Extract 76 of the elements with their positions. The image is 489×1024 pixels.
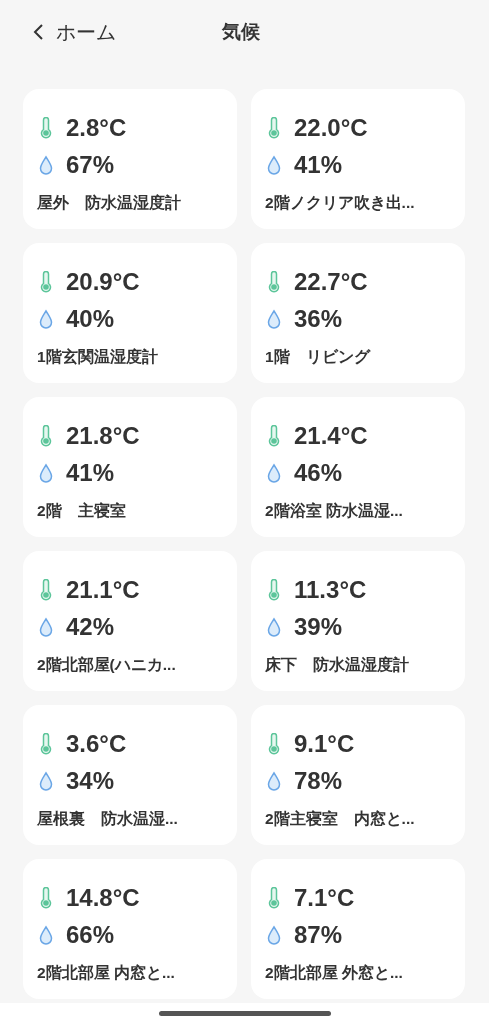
home-indicator[interactable] — [158, 1011, 331, 1016]
sensor-name: 2階浴室 防水温湿... — [265, 501, 403, 521]
temperature-value: 14.8°C — [66, 883, 140, 912]
water-drop-icon — [267, 924, 281, 945]
page-title: 気候 — [222, 20, 260, 44]
thermometer-icon — [267, 424, 281, 447]
water-drop-icon — [267, 616, 281, 637]
sensor-name: 1階 リビング — [265, 347, 370, 367]
thermometer-icon — [39, 886, 53, 909]
humidity-value: 40% — [66, 304, 115, 333]
humidity-value: 46% — [294, 458, 343, 487]
sensor-name: 2階主寝室 内窓と... — [265, 809, 415, 829]
back-button[interactable]: ホーム — [32, 18, 116, 46]
temperature-value: 2.8°C — [66, 113, 127, 142]
temperature-value: 7.1°C — [294, 883, 355, 912]
thermometer-icon — [39, 116, 53, 139]
humidity-value: 36% — [294, 304, 343, 333]
sensor-card[interactable]: 9.1°C 78% 2階主寝室 内窓と... — [251, 705, 465, 845]
thermometer-icon — [267, 116, 281, 139]
sensor-name: 2階ノクリア吹き出... — [265, 193, 415, 213]
sensor-card[interactable]: 22.7°C 36% 1階 リビング — [251, 243, 465, 383]
water-drop-icon — [267, 462, 281, 483]
sensor-card[interactable]: 7.1°C 87% 2階北部屋 外窓と... — [251, 859, 465, 999]
sensor-card[interactable]: 3.6°C 34% 屋根裏 防水温湿... — [23, 705, 237, 845]
water-drop-icon — [267, 308, 281, 329]
sensor-name: 2階北部屋 外窓と... — [265, 963, 403, 983]
water-drop-icon — [39, 154, 53, 175]
sensor-card[interactable]: 14.8°C 66% 2階北部屋 内窓と... — [23, 859, 237, 999]
thermometer-icon — [39, 732, 53, 755]
humidity-value: 34% — [66, 766, 115, 795]
water-drop-icon — [39, 616, 53, 637]
humidity-value: 41% — [66, 458, 115, 487]
thermometer-icon — [267, 270, 281, 293]
temperature-value: 9.1°C — [294, 729, 355, 758]
water-drop-icon — [267, 770, 281, 791]
water-drop-icon — [39, 462, 53, 483]
humidity-value: 39% — [294, 612, 343, 641]
sensor-card[interactable]: 11.3°C 39% 床下 防水温湿度計 — [251, 551, 465, 691]
water-drop-icon — [39, 770, 53, 791]
sensor-card[interactable]: 20.9°C 40% 1階玄関温湿度計 — [23, 243, 237, 383]
thermometer-icon — [39, 578, 53, 601]
water-drop-icon — [39, 924, 53, 945]
sensor-name: 屋根裏 防水温湿... — [37, 809, 178, 829]
temperature-value: 21.8°C — [66, 421, 140, 450]
temperature-value: 22.7°C — [294, 267, 368, 296]
sensor-card[interactable]: 2.8°C 67% 屋外 防水温湿度計 — [23, 89, 237, 229]
temperature-value: 21.1°C — [66, 575, 140, 604]
sensor-card[interactable]: 21.1°C 42% 2階北部屋(ハニカ... — [23, 551, 237, 691]
humidity-value: 42% — [66, 612, 115, 641]
humidity-value: 87% — [294, 920, 343, 949]
sensor-name: 屋外 防水温湿度計 — [37, 193, 181, 213]
thermometer-icon — [39, 270, 53, 293]
thermometer-icon — [267, 578, 281, 601]
thermometer-icon — [39, 424, 53, 447]
thermometer-icon — [267, 732, 281, 755]
sensor-card[interactable]: 21.4°C 46% 2階浴室 防水温湿... — [251, 397, 465, 537]
water-drop-icon — [39, 308, 53, 329]
temperature-value: 20.9°C — [66, 267, 140, 296]
humidity-value: 41% — [294, 150, 343, 179]
back-icon — [32, 23, 44, 41]
sensor-name: 2階北部屋(ハニカ... — [37, 655, 176, 675]
sensor-name: 2階北部屋 内窓と... — [37, 963, 175, 983]
temperature-value: 3.6°C — [66, 729, 127, 758]
thermometer-icon — [267, 886, 281, 909]
sensor-name: 床下 防水温湿度計 — [265, 655, 409, 675]
humidity-value: 78% — [294, 766, 343, 795]
sensor-name: 2階 主寝室 — [37, 501, 126, 521]
sensor-name: 1階玄関温湿度計 — [37, 347, 158, 367]
water-drop-icon — [267, 154, 281, 175]
temperature-value: 22.0°C — [294, 113, 368, 142]
humidity-value: 67% — [66, 150, 115, 179]
sensor-card[interactable]: 22.0°C 41% 2階ノクリア吹き出... — [251, 89, 465, 229]
temperature-value: 11.3°C — [294, 575, 367, 604]
temperature-value: 21.4°C — [294, 421, 368, 450]
sensor-card[interactable]: 21.8°C 41% 2階 主寝室 — [23, 397, 237, 537]
humidity-value: 66% — [66, 920, 115, 949]
